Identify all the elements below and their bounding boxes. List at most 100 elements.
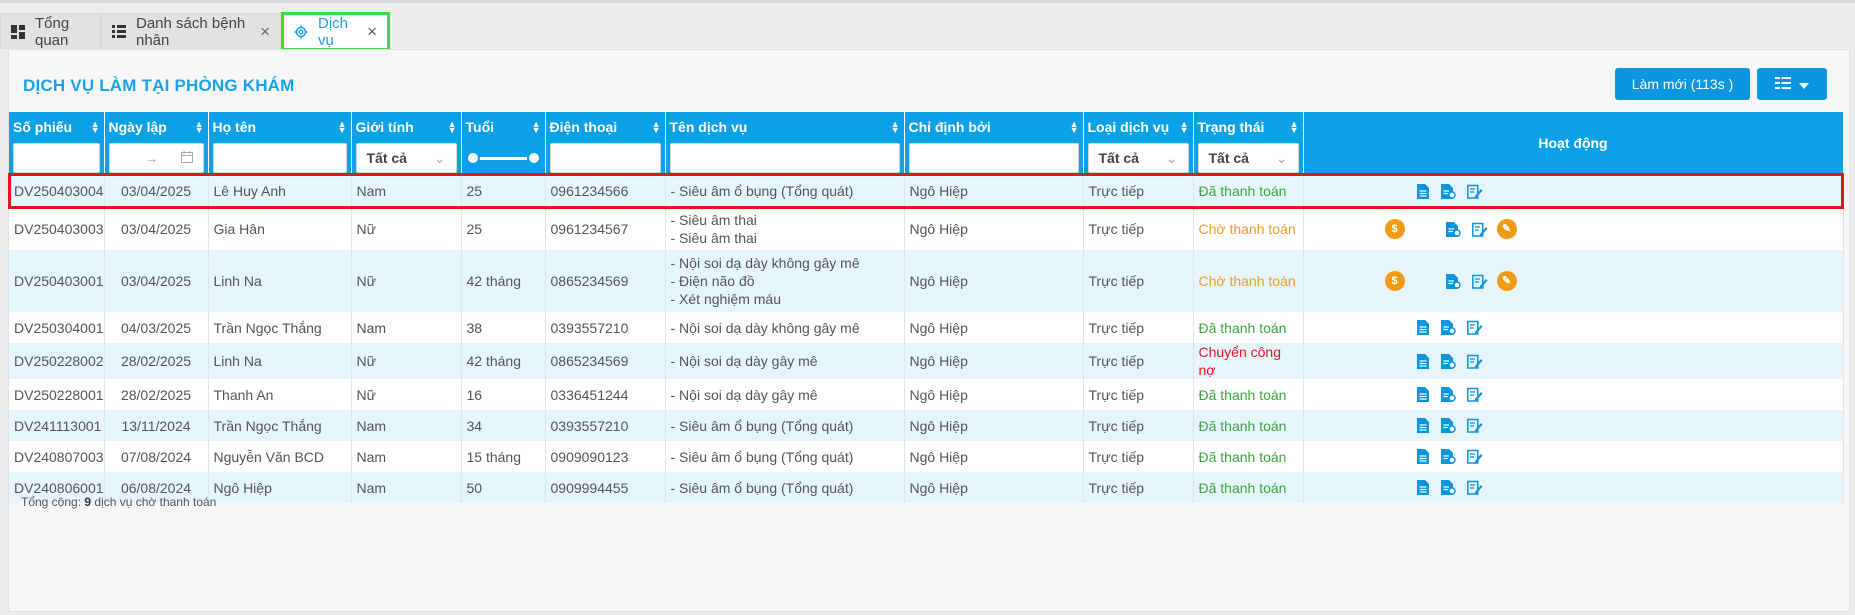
- document-view-icon[interactable]: [1445, 220, 1463, 238]
- cell-phone: 0909994455: [545, 472, 666, 503]
- document-view-icon[interactable]: [1440, 479, 1458, 497]
- filter-gender-select[interactable]: Tất cả ⌄: [355, 143, 457, 173]
- table-row[interactable]: DV250403001 03/04/2025 Linh Na Nữ 42 thá…: [9, 250, 1844, 312]
- cell-gender: Nam: [351, 472, 462, 503]
- status-badge: Chờ thanh toán: [1193, 208, 1304, 250]
- column-header-type[interactable]: Loại dịch vụ ▲ ▼ Tất cả ⌄: [1083, 112, 1194, 174]
- filter-name-input[interactable]: [212, 143, 347, 173]
- table-row[interactable]: DV250403004 03/04/2025 Lê Huy Anh Nam 25…: [8, 173, 1844, 209]
- sort-icon[interactable]: ▲ ▼: [532, 119, 541, 134]
- pencil-icon[interactable]: ✎: [1496, 271, 1517, 291]
- cell-type: Trực tiếp: [1083, 174, 1194, 208]
- column-header-id[interactable]: Số phiếu ▲ ▼: [9, 112, 105, 174]
- column-header-phone[interactable]: Điện thoại ▲ ▼: [545, 112, 666, 174]
- document-icon[interactable]: [1414, 182, 1432, 200]
- column-header-status[interactable]: Trạng thái ▲ ▼ Tất cả ⌄: [1193, 112, 1304, 174]
- document-icon[interactable]: [1414, 479, 1432, 497]
- sort-icon[interactable]: ▲ ▼: [891, 119, 900, 134]
- document-view-icon[interactable]: [1440, 319, 1458, 337]
- document-icon[interactable]: [1414, 319, 1432, 337]
- column-header-doctor[interactable]: Chỉ định bởi ▲ ▼: [904, 112, 1084, 174]
- filter-age-slider[interactable]: [465, 143, 541, 173]
- edit-note-icon[interactable]: [1466, 479, 1484, 497]
- cell-gender: Nam: [351, 441, 462, 472]
- document-view-icon[interactable]: [1440, 417, 1458, 435]
- sort-icon[interactable]: ▲ ▼: [1070, 119, 1079, 134]
- sort-icon[interactable]: ▲ ▼: [1180, 119, 1189, 134]
- edit-note-icon[interactable]: [1466, 448, 1484, 466]
- sort-icon[interactable]: ▲ ▼: [91, 119, 100, 134]
- service-line: - Siêu âm ổ bụng (Tổng quát): [670, 417, 854, 434]
- filter-date-range[interactable]: →: [108, 143, 204, 173]
- sort-icon[interactable]: ▲ ▼: [448, 119, 457, 134]
- table-row[interactable]: DV250228001 28/02/2025 Thanh An Nữ 16 03…: [9, 379, 1844, 410]
- sort-icon[interactable]: ▲ ▼: [195, 119, 204, 134]
- column-header-gender[interactable]: Giới tính ▲ ▼ Tất cả ⌄: [351, 112, 462, 174]
- refresh-button[interactable]: Làm mới (113s ): [1615, 68, 1750, 100]
- cell-phone: 0336451244: [545, 379, 666, 410]
- tab-label: Danh sách bệnh nhân: [136, 14, 246, 49]
- cell-age: 42 tháng: [461, 343, 546, 379]
- table-row[interactable]: DV250228002 28/02/2025 Linh Na Nữ 42 thá…: [9, 343, 1844, 379]
- table-row[interactable]: DV241113001 13/11/2024 Trần Ngọc Thắng N…: [9, 410, 1844, 441]
- slider-min-handle[interactable]: [465, 150, 480, 165]
- tab-label: Dịch vụ: [318, 14, 349, 49]
- column-header-date[interactable]: Ngày lập ▲ ▼ →: [104, 112, 209, 174]
- filter-service-input[interactable]: [669, 143, 900, 173]
- document-icon[interactable]: [1414, 352, 1432, 370]
- filter-type-select[interactable]: Tất cả ⌄: [1087, 143, 1189, 173]
- column-header-name[interactable]: Họ tên ▲ ▼: [208, 112, 352, 174]
- payment-icon[interactable]: $: [1384, 271, 1405, 291]
- select-value: Tất cả: [1208, 150, 1249, 166]
- document-view-icon[interactable]: [1440, 448, 1458, 466]
- table-row[interactable]: DV250403003 03/04/2025 Gia Hân Nữ 25 096…: [9, 208, 1844, 250]
- service-line: - Siêu âm thai: [670, 212, 757, 228]
- edit-note-icon[interactable]: [1466, 319, 1484, 337]
- edit-note-icon[interactable]: [1466, 182, 1484, 200]
- pencil-icon[interactable]: ✎: [1496, 219, 1517, 239]
- filter-id-input[interactable]: [13, 143, 100, 173]
- edit-note-icon[interactable]: [1466, 417, 1484, 435]
- document-view-icon[interactable]: [1440, 386, 1458, 404]
- document-view-icon[interactable]: [1440, 352, 1458, 370]
- page-title: DỊCH VỤ LÀM TẠI PHÒNG KHÁM: [23, 76, 295, 95]
- filter-phone-input[interactable]: [549, 143, 661, 173]
- document-icon[interactable]: [1414, 386, 1432, 404]
- column-header-service[interactable]: Tên dịch vụ ▲ ▼: [665, 112, 905, 174]
- cell-age: 16: [461, 379, 546, 410]
- cell-name: Gia Hân: [208, 208, 352, 250]
- columns-icon: [1775, 76, 1791, 92]
- cell-type: Trực tiếp: [1083, 250, 1194, 312]
- close-icon[interactable]: ×: [367, 22, 377, 42]
- edit-note-icon[interactable]: [1466, 352, 1484, 370]
- table-row[interactable]: DV250304001 04/03/2025 Trần Ngọc Thắng N…: [9, 312, 1844, 343]
- tab-patient-list[interactable]: Danh sách bệnh nhân ×: [101, 13, 281, 49]
- cell-services: - Nội soi dạ dày không gây mê: [665, 312, 905, 343]
- filter-doctor-input[interactable]: [908, 143, 1079, 173]
- sort-icon[interactable]: ▲ ▼: [338, 119, 347, 134]
- tab-services[interactable]: Dịch vụ ×: [281, 12, 390, 51]
- table-footer: Tổng cộng: 9 dịch vụ chờ thanh toán: [21, 495, 216, 509]
- filter-status-select[interactable]: Tất cả ⌄: [1197, 143, 1299, 173]
- document-view-icon[interactable]: [1445, 272, 1463, 290]
- document-icon[interactable]: [1414, 417, 1432, 435]
- payment-icon[interactable]: $: [1384, 219, 1405, 239]
- close-icon[interactable]: ×: [260, 22, 270, 42]
- table-row[interactable]: DV240807003 07/08/2024 Nguyễn Văn BCD Na…: [9, 441, 1844, 472]
- slider-max-handle[interactable]: [526, 150, 541, 165]
- cell-id: DV240807003: [9, 441, 105, 472]
- cell-id: DV241113001: [9, 410, 105, 441]
- edit-note-icon[interactable]: [1471, 272, 1489, 290]
- cell-actions: $ ✎: [1303, 250, 1844, 312]
- tab-overview[interactable]: Tổng quan: [0, 13, 101, 49]
- table-row[interactable]: DV240806001 06/08/2024 Ngô Hiệp Nam 50 0…: [9, 472, 1844, 503]
- column-header-age[interactable]: Tuổi ▲ ▼: [461, 112, 546, 174]
- edit-note-icon[interactable]: [1466, 386, 1484, 404]
- sort-icon[interactable]: ▲ ▼: [652, 119, 661, 134]
- document-view-icon[interactable]: [1440, 182, 1458, 200]
- column-toggle-button[interactable]: [1757, 68, 1827, 100]
- edit-note-icon[interactable]: [1471, 220, 1489, 238]
- sort-icon[interactable]: ▲ ▼: [1290, 119, 1299, 134]
- document-icon[interactable]: [1414, 448, 1432, 466]
- column-label: Ngày lập: [108, 118, 167, 135]
